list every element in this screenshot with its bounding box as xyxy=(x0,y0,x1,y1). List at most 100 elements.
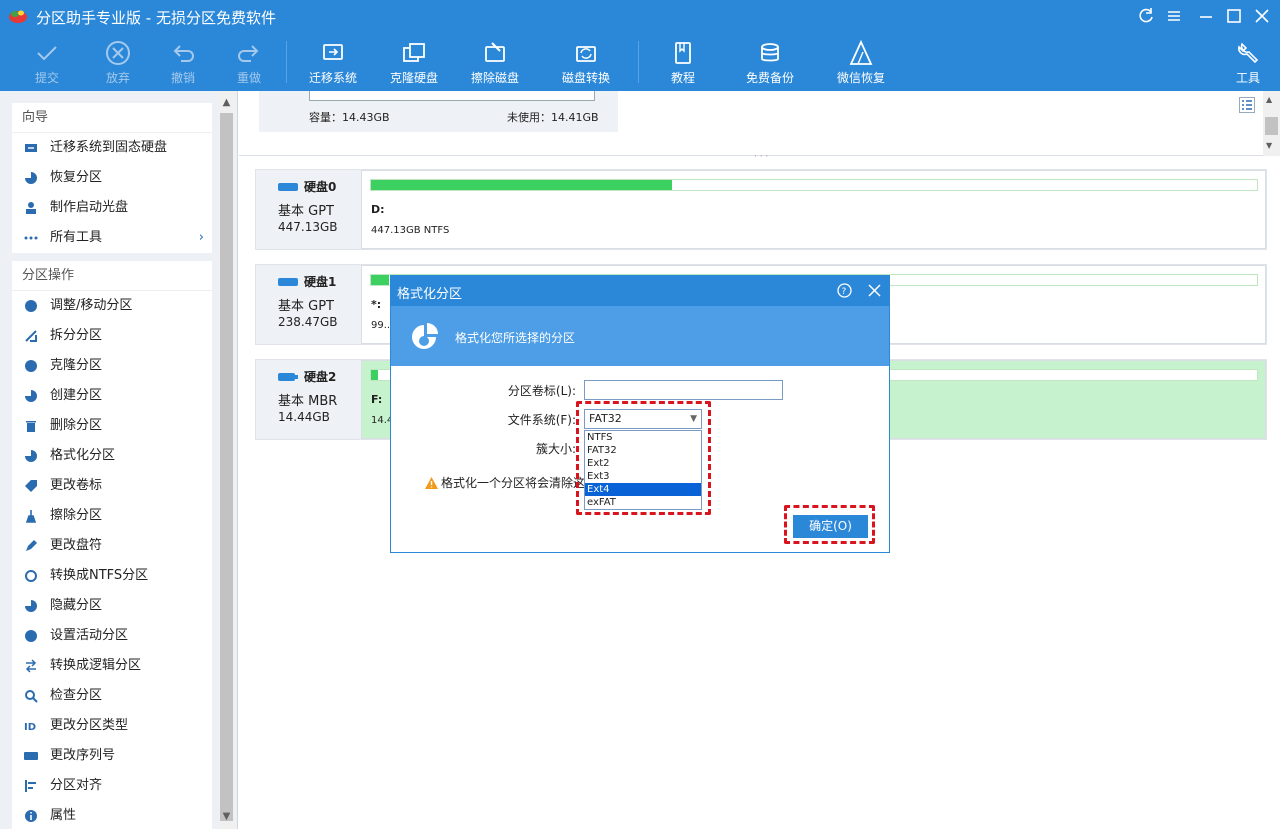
sidebar-item-create[interactable]: 创建分区 xyxy=(12,381,212,411)
dialog-title: 格式化分区 xyxy=(397,287,463,302)
sidebar-item-label: 拆分分区 xyxy=(50,328,103,343)
book-icon xyxy=(675,42,691,64)
sidebar-item-label: 迁移系统到固态硬盘 xyxy=(50,140,168,155)
sidebar-item-label: 设置活动分区 xyxy=(50,628,129,643)
migrate-system-button[interactable]: 迁移系统 xyxy=(303,33,363,91)
sidebar-item-align[interactable]: 分区对齐 xyxy=(12,771,212,801)
convert-label: 磁盘转换 xyxy=(561,71,610,85)
svg-text:?: ? xyxy=(842,287,847,297)
wipe-disk-button[interactable]: 擦除磁盘 xyxy=(465,33,525,91)
sidebar-item-change-letter[interactable]: 更改盘符 xyxy=(12,531,212,561)
toolbar-separator xyxy=(286,41,287,83)
tag-icon xyxy=(25,480,37,492)
partition-block[interactable]: D: 447.13GB NTFS xyxy=(361,170,1266,249)
capacity-text: 容量：14.43GB xyxy=(309,111,390,124)
tutorial-button[interactable]: 教程 xyxy=(658,33,708,91)
undo-button[interactable]: 撤销 xyxy=(158,33,208,91)
warning-icon xyxy=(425,477,438,489)
scroll-up-arrow-icon[interactable]: ▲ xyxy=(220,97,233,108)
redo-button[interactable]: 重做 xyxy=(224,33,274,91)
sidebar-item-wipe[interactable]: 擦除分区 xyxy=(12,501,212,531)
wechat-recovery-label: 微信恢复 xyxy=(836,71,885,85)
sidebar-item-set-active[interactable]: 设置活动分区 xyxy=(12,621,212,651)
sidebar-item-split[interactable]: 拆分分区 xyxy=(12,321,212,351)
pane-splitter[interactable]: · · · xyxy=(754,152,768,162)
sidebar-item-convert-ntfs[interactable]: 转换成NTFS分区 xyxy=(12,561,212,591)
usage-fill xyxy=(371,275,389,285)
scroll-up-arrow-icon[interactable]: ▲ xyxy=(1266,95,1272,104)
disk-convert-button[interactable]: 磁盘转换 xyxy=(556,33,616,91)
align-icon xyxy=(25,780,36,792)
sidebar-item-label: 克隆分区 xyxy=(50,358,103,373)
sidebar-item-format[interactable]: 格式化分区 xyxy=(12,441,212,471)
sidebar-item-label: 转换成逻辑分区 xyxy=(50,658,142,673)
sidebar-item-all-tools[interactable]: 所有工具 › xyxy=(12,223,212,253)
free-backup-button[interactable]: 免费备份 xyxy=(738,33,802,91)
cancel-icon xyxy=(106,41,130,65)
scroll-down-arrow-icon[interactable]: ▼ xyxy=(220,811,233,822)
clone-disk-icon xyxy=(403,43,425,62)
sidebar-item-change-type[interactable]: ID 更改分区类型 xyxy=(12,711,212,741)
sidebar-item-clone[interactable]: 克隆分区 xyxy=(12,351,212,381)
filesystem-highlight-box xyxy=(576,401,711,515)
sidebar-item-convert-logical[interactable]: 转换成逻辑分区 xyxy=(12,651,212,681)
sidebar-item-change-label[interactable]: 更改卷标 xyxy=(12,471,212,501)
scroll-down-arrow-icon[interactable]: ▼ xyxy=(1266,141,1272,150)
minimize-icon[interactable] xyxy=(1196,6,1216,26)
sidebar-item-properties[interactable]: 属性 xyxy=(12,801,212,829)
resize-pie-icon xyxy=(25,300,37,312)
sidebar-item-label: 所有工具 xyxy=(50,230,103,245)
commit-button[interactable]: 提交 xyxy=(22,33,72,91)
backup-label: 免费备份 xyxy=(745,71,794,85)
disk-name: 硬盘1 xyxy=(304,275,337,289)
clone-disk-label: 克隆硬盘 xyxy=(389,71,438,85)
sidebar-item-change-serial[interactable]: 更改序列号 xyxy=(12,741,212,771)
window-title: 分区助手专业版 - 无损分区免费软件 xyxy=(36,9,276,27)
hard-disk-icon xyxy=(278,278,298,286)
clone-disk-button[interactable]: 克隆硬盘 xyxy=(384,33,444,91)
swap-arrows-icon xyxy=(25,659,37,673)
convert-disk-icon xyxy=(576,46,596,62)
sidebar-item-check[interactable]: 检查分区 xyxy=(12,681,212,711)
view-toggle-icon[interactable] xyxy=(1239,97,1255,113)
sidebar-scroll-thumb[interactable] xyxy=(220,113,233,821)
sidebar-item-label: 更改分区类型 xyxy=(50,718,129,733)
hard-disk-icon xyxy=(278,183,298,191)
active-pie-icon xyxy=(25,630,37,642)
partition-info: 447.13GB NTFS xyxy=(371,225,450,236)
sidebar-item-resize-move[interactable]: 调整/移动分区 xyxy=(12,291,212,321)
sidebar-item-delete[interactable]: 删除分区 xyxy=(12,411,212,441)
menu-icon[interactable] xyxy=(1164,6,1184,26)
toolbar-separator xyxy=(638,41,639,83)
help-icon[interactable]: ? xyxy=(837,283,852,298)
serial-number-icon xyxy=(24,752,38,760)
sidebar: 向导 迁移系统到固态硬盘 恢复分区 制作启动光盘 所有工具 › 分区操作 调整/… xyxy=(0,91,238,829)
unused-text: 未使用：14.41GB xyxy=(507,111,599,124)
dialog-close-icon[interactable] xyxy=(868,284,881,297)
sidebar-item-boot-disc[interactable]: 制作启动光盘 xyxy=(12,193,212,223)
refresh-icon[interactable] xyxy=(1136,6,1156,26)
detail-scrollbar[interactable]: ▲ ▼ xyxy=(1263,91,1280,156)
detail-scroll-thumb[interactable] xyxy=(1265,117,1278,135)
tools-button[interactable]: 工具 xyxy=(1228,33,1268,91)
partition-letter: F: xyxy=(371,393,383,406)
recovery-triangle-icon xyxy=(849,39,873,65)
sidebar-item-label: 隐藏分区 xyxy=(50,598,103,613)
database-backup-icon xyxy=(761,43,779,62)
disk-row-0[interactable]: 硬盘0 基本 GPT 447.13GB D: 447.13GB NTFS xyxy=(255,169,1267,250)
volume-label-caption: 分区卷标(L): xyxy=(507,384,576,398)
format-disk-icon xyxy=(412,323,438,349)
id-icon: ID xyxy=(24,722,36,733)
format-warning-text: 格式化一个分区将会清除这 xyxy=(441,476,584,490)
convert-icon xyxy=(25,570,37,582)
maximize-icon[interactable] xyxy=(1224,6,1244,26)
wechat-recovery-button[interactable]: 微信恢复 xyxy=(829,33,893,91)
sidebar-item-recover-partition[interactable]: 恢复分区 xyxy=(12,163,212,193)
undo-label: 撤销 xyxy=(170,71,195,85)
close-icon[interactable] xyxy=(1252,6,1272,26)
sidebar-item-hide[interactable]: 隐藏分区 xyxy=(12,591,212,621)
discard-button[interactable]: 放弃 xyxy=(93,33,143,91)
pie-restore-icon xyxy=(25,172,37,184)
volume-label-input[interactable] xyxy=(584,380,783,400)
sidebar-item-migrate-ssd[interactable]: 迁移系统到固态硬盘 xyxy=(12,133,212,163)
